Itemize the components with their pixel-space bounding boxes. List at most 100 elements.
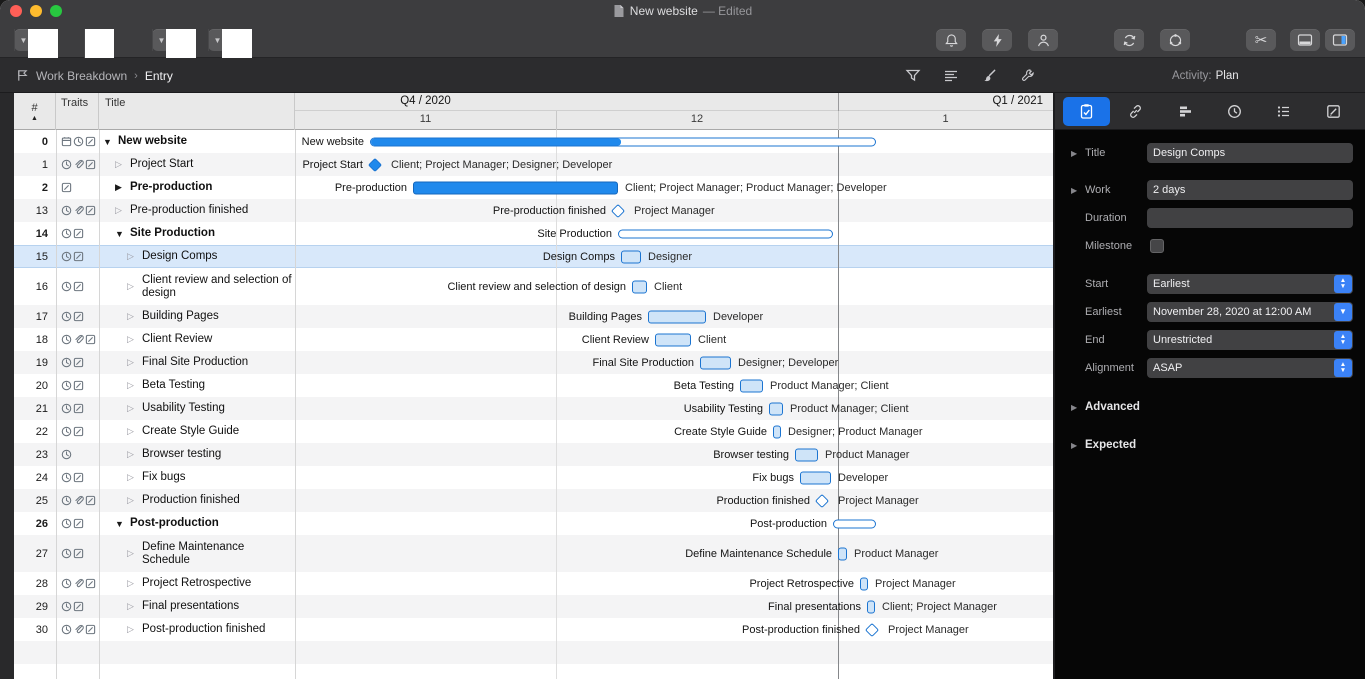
outline-options-button[interactable] [932,58,970,93]
inspector-tab-dependencies[interactable] [1112,97,1159,126]
task-bar[interactable] [860,577,868,590]
disclosure-expanded-icon[interactable]: ▼ [115,229,125,239]
disclosure-expanded-icon[interactable]: ▼ [103,137,113,147]
task-row-27[interactable]: 27▷Define Maintenance ScheduleDefine Mai… [14,535,1053,572]
inspector-tab-styles[interactable] [1310,97,1357,126]
disclosure-leaf-icon[interactable]: ▷ [127,426,137,437]
disclosure-leaf-icon[interactable]: ▷ [115,205,125,216]
timeline-header[interactable]: Q4 / 2020 Q1 / 2021 11 12 1 [295,93,1053,130]
expected-section-header[interactable]: ▶ Expected [1055,435,1365,455]
disclosure-leaf-icon[interactable]: ▷ [127,251,137,262]
summary-bar[interactable] [370,137,876,146]
task-bar[interactable] [413,181,618,194]
disclosure-leaf-icon[interactable]: ▷ [127,380,137,391]
column-header-traits[interactable]: Traits [56,93,99,130]
title-field[interactable] [1147,143,1353,163]
disclosure-leaf-icon[interactable]: ▷ [127,495,137,506]
task-bar[interactable] [769,402,783,415]
task-bar[interactable] [740,379,763,392]
tools-wrench-button[interactable] [1008,58,1046,93]
column-header-title[interactable]: Title [99,93,295,130]
catch-up-button[interactable] [982,29,1012,51]
task-row-2[interactable]: 2▶Pre-productionPre-productionClient; Pr… [14,176,1053,199]
style-brush-button[interactable] [970,58,1008,93]
task-bar[interactable] [632,280,647,293]
task-row-26[interactable]: 26▼Post-productionPost-production [14,512,1053,535]
inspector-tab-custom-data[interactable] [1260,97,1307,126]
sync-button[interactable] [1114,29,1144,51]
inspector-tab-task-info[interactable] [1063,97,1110,126]
toggle-bottom-panel-button[interactable] [1290,29,1320,51]
milestone-diamond[interactable] [368,157,382,171]
disclosure-leaf-icon[interactable]: ▷ [127,624,137,635]
end-select[interactable]: Unrestricted ▲▼ [1147,330,1353,350]
column-header-number[interactable]: # ▲ [14,93,56,130]
disclosure-collapsed-icon[interactable]: ▶ [115,182,125,193]
summary-bar[interactable] [833,519,876,528]
task-row-0[interactable]: 0▼New websiteNew website [14,130,1053,153]
disclosure-leaf-icon[interactable]: ▷ [127,548,137,559]
disclosure-leaf-icon[interactable]: ▷ [127,449,137,460]
task-row-15[interactable]: 15▷Design CompsDesign CompsDesigner [14,245,1053,268]
task-row-29[interactable]: 29▷Final presentationsFinal presentation… [14,595,1053,618]
task-row-22[interactable]: 22▷Create Style GuideCreate Style GuideD… [14,420,1053,443]
task-row-30[interactable]: 30▷Post-production finishedPost-producti… [14,618,1053,641]
disclosure-leaf-icon[interactable]: ▷ [127,601,137,612]
task-row-1[interactable]: 1▷Project StartProject StartClient; Proj… [14,153,1053,176]
task-bar[interactable] [795,448,818,461]
task-bar[interactable] [838,547,847,560]
breadcrumb-section[interactable]: Work Breakdown [36,69,127,83]
task-bar[interactable] [800,471,831,484]
publish-button[interactable] [1160,29,1190,51]
inspector-tab-assignments[interactable] [1162,97,1209,126]
task-row-25[interactable]: 25▷Production finishedProduction finishe… [14,489,1053,512]
task-row-20[interactable]: 20▷Beta TestingBeta TestingProduct Manag… [14,374,1053,397]
resources-button[interactable] [1028,29,1058,51]
earliest-date-combo[interactable]: November 28, 2020 at 12:00 AM ▼ [1147,302,1353,322]
disclosure-leaf-icon[interactable]: ▷ [127,403,137,414]
task-bar[interactable] [621,250,641,263]
notifications-button[interactable] [936,29,966,51]
milestone-checkbox[interactable] [1150,239,1164,253]
milestone-diamond[interactable] [865,622,879,636]
task-row-16[interactable]: 16▷Client review and selection of design… [14,268,1053,305]
duration-field[interactable] [1147,208,1353,228]
task-bar[interactable] [648,310,706,323]
task-bar[interactable] [700,356,731,369]
task-row-23[interactable]: 23▷Browser testingBrowser testingProduct… [14,443,1053,466]
start-select[interactable]: Earliest ▲▼ [1147,274,1353,294]
advanced-section-header[interactable]: ▶ Advanced [1055,397,1365,417]
tools-button[interactable]: ✂ [1246,29,1276,51]
alignment-select[interactable]: ASAP ▲▼ [1147,358,1353,378]
disclosure-leaf-icon[interactable]: ▷ [127,281,137,292]
disclosure-leaf-icon[interactable]: ▷ [127,311,137,322]
task-row-19[interactable]: 19▷Final Site ProductionFinal Site Produ… [14,351,1053,374]
breadcrumb-page[interactable]: Entry [145,69,173,83]
task-row-28[interactable]: 28▷Project RetrospectiveProject Retrospe… [14,572,1053,595]
disclosure-icon[interactable]: ▶ [1071,149,1077,158]
disclosure-icon[interactable]: ▶ [1071,186,1077,195]
filter-button[interactable] [894,58,932,93]
task-row-24[interactable]: 24▷Fix bugsFix bugsDeveloper [14,466,1053,489]
task-bar[interactable] [655,333,691,346]
milestone-diamond[interactable] [815,493,829,507]
disclosure-leaf-icon[interactable]: ▷ [127,578,137,589]
window-chrome: New website — Edited ▼ ▼ ▼ [0,0,1365,58]
milestone-diamond[interactable] [611,203,625,217]
toggle-inspector-button[interactable] [1325,29,1355,51]
disclosure-leaf-icon[interactable]: ▷ [127,472,137,483]
task-bar[interactable] [773,425,781,438]
summary-bar[interactable] [618,229,833,238]
inspector-tab-scheduling[interactable] [1211,97,1258,126]
task-bar[interactable] [867,600,875,613]
task-row-17[interactable]: 17▷Building PagesBuilding PagesDeveloper [14,305,1053,328]
task-row-13[interactable]: 13▷Pre-production finishedPre-production… [14,199,1053,222]
disclosure-expanded-icon[interactable]: ▼ [115,519,125,529]
disclosure-leaf-icon[interactable]: ▷ [115,159,125,170]
task-row-18[interactable]: 18▷Client ReviewClient ReviewClient [14,328,1053,351]
task-row-21[interactable]: 21▷Usability TestingUsability TestingPro… [14,397,1053,420]
disclosure-leaf-icon[interactable]: ▷ [127,334,137,345]
task-row-14[interactable]: 14▼Site ProductionSite Production [14,222,1053,245]
work-field[interactable] [1147,180,1353,200]
disclosure-leaf-icon[interactable]: ▷ [127,357,137,368]
